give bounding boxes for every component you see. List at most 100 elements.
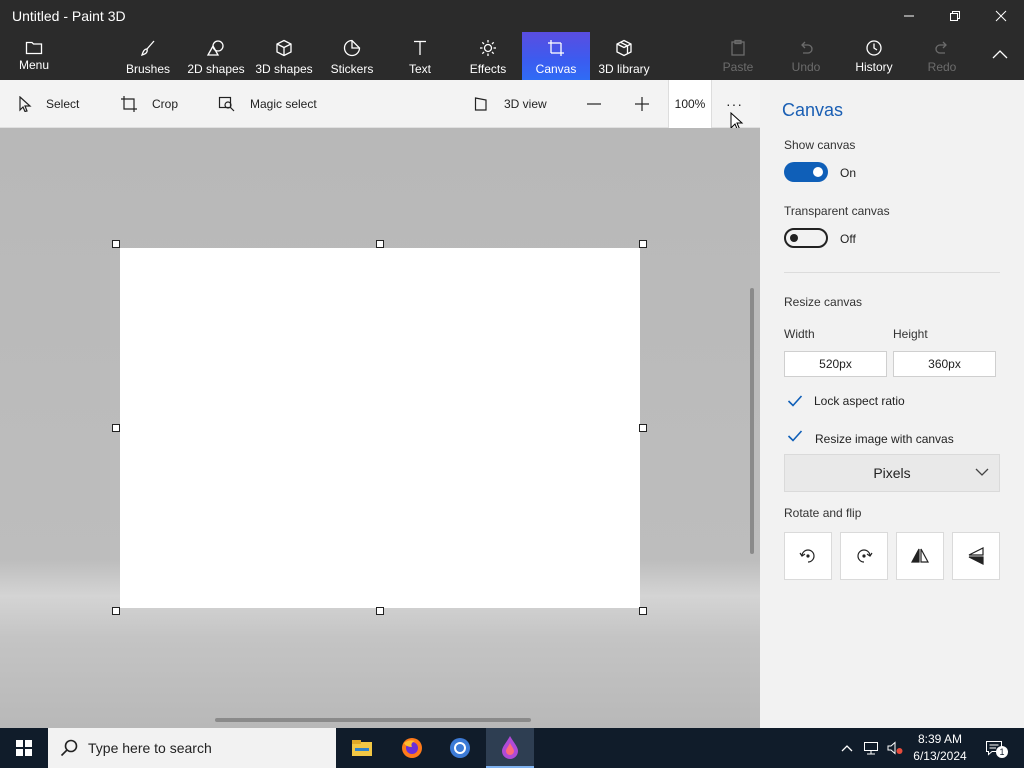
zoom-in-button[interactable] [634,80,650,128]
firefox-taskbar-button[interactable] [388,728,436,768]
file-explorer-taskbar-button[interactable] [338,728,386,768]
tab-effects-label: Effects [469,62,507,76]
horizontal-scrollbar[interactable] [215,718,531,722]
resize-handle-top[interactable] [376,240,384,248]
chevron-up-icon [841,745,853,752]
search-icon [60,739,78,757]
taskbar-clock[interactable]: 8:39 AM 6/13/2024 [900,731,980,765]
show-hidden-icons-button[interactable] [836,728,858,768]
rotate-flip-label: Rotate and flip [784,506,862,520]
resize-handle-bottom-left[interactable] [112,607,120,615]
canvas-icon [548,40,564,56]
tab-brushes[interactable]: Brushes [122,32,174,80]
canvas-panel: Canvas Show canvas On Transparent canvas… [760,80,1024,728]
width-input[interactable]: 520px [784,351,887,377]
paste-button[interactable]: Paste [716,32,760,80]
tab-3d-shapes[interactable]: 3D shapes [254,32,314,80]
folder-icon [25,41,43,55]
resize-handle-left[interactable] [112,424,120,432]
tab-stickers[interactable]: Stickers [326,32,378,80]
rotate-left-icon [799,549,815,563]
paint-3d-icon [502,736,518,759]
file-explorer-icon [352,740,372,756]
paste-icon [731,39,745,56]
redo-label: Redo [927,60,957,74]
undo-label: Undo [791,60,821,74]
rotate-left-button[interactable] [784,532,832,580]
tab-canvas[interactable]: Canvas [522,32,590,80]
flip-horizontal-icon [910,548,930,563]
rotate-right-button[interactable] [840,532,888,580]
zoom-level[interactable]: 100% [668,80,712,128]
checkmark-icon [787,430,803,442]
crop-icon [121,96,137,112]
close-button[interactable] [978,0,1024,32]
height-label: Height [893,327,928,341]
minimize-button[interactable] [886,0,932,32]
start-button[interactable] [0,728,48,768]
3d-shapes-icon [276,39,292,57]
select-tool[interactable]: Select [18,80,79,128]
transparent-canvas-toggle[interactable] [784,228,828,248]
notifications-button[interactable]: 1 [980,728,1008,768]
paint-3d-taskbar-button[interactable] [486,728,534,768]
tab-effects[interactable]: Effects [464,32,512,80]
tab-text-label: Text [408,62,431,76]
tab-stickers-label: Stickers [330,62,374,76]
firefox-icon [402,738,422,758]
flip-vertical-button[interactable] [952,532,1000,580]
maximize-button[interactable] [932,0,978,32]
resize-handle-top-right[interactable] [639,240,647,248]
3d-library-icon [616,39,632,57]
network-tray-button[interactable] [860,728,882,768]
select-label: Select [46,97,80,111]
magic-select-tool[interactable]: Magic select [218,80,317,128]
collapse-ribbon-button[interactable] [980,32,1020,80]
3d-view-button[interactable]: 3D view [474,80,547,128]
tab-3d-library-label: 3D library [598,62,650,76]
tab-2d-shapes-label: 2D shapes [187,62,245,76]
unit-dropdown[interactable]: Pixels [784,454,1000,492]
network-icon [864,742,878,755]
crop-tool[interactable]: Crop [120,80,178,128]
chrome-icon [450,738,470,758]
show-canvas-toggle[interactable] [784,162,828,182]
canvas-workspace[interactable] [0,128,760,728]
resize-image-checkbox[interactable] [784,425,806,447]
drawing-canvas[interactable] [120,248,640,608]
resize-handle-right[interactable] [639,424,647,432]
select-cursor-icon [19,96,32,112]
zoom-out-button[interactable] [586,80,602,128]
zoom-value: 100% [674,97,706,111]
history-button[interactable]: History [850,32,898,80]
chrome-taskbar-button[interactable] [436,728,484,768]
height-input[interactable]: 360px [893,351,996,377]
3d-view-label: 3D view [504,97,547,111]
tab-3d-library[interactable]: 3D library [596,32,652,80]
undo-button[interactable]: Undo [784,32,828,80]
redo-button[interactable]: Redo [920,32,964,80]
flip-horizontal-button[interactable] [896,532,944,580]
taskbar-search[interactable]: Type here to search [48,728,336,768]
vertical-scrollbar[interactable] [750,288,754,554]
windows-logo-icon [16,740,32,756]
lock-aspect-ratio-checkbox[interactable] [784,390,806,412]
ribbon: Menu Brushes 2D shapes 3D shapes Sticker… [0,32,1024,80]
menu-button[interactable]: Menu [10,32,58,80]
resize-handle-bottom[interactable] [376,607,384,615]
chevron-down-icon [975,468,989,476]
tab-2d-shapes[interactable]: 2D shapes [186,32,246,80]
width-label: Width [784,327,815,341]
resize-handle-top-left[interactable] [112,240,120,248]
3d-view-icon [474,97,487,111]
lock-aspect-ratio-label: Lock aspect ratio [814,394,905,408]
transparent-canvas-state: Off [840,232,856,246]
redo-icon [935,41,947,54]
more-icon: ··· [726,96,743,112]
notification-count-badge: 1 [996,746,1008,758]
flip-vertical-icon [968,547,984,565]
transparent-canvas-label: Transparent canvas [784,204,890,218]
tab-text[interactable]: Text [396,32,444,80]
magic-select-label: Magic select [250,97,317,111]
resize-handle-bottom-right[interactable] [639,607,647,615]
